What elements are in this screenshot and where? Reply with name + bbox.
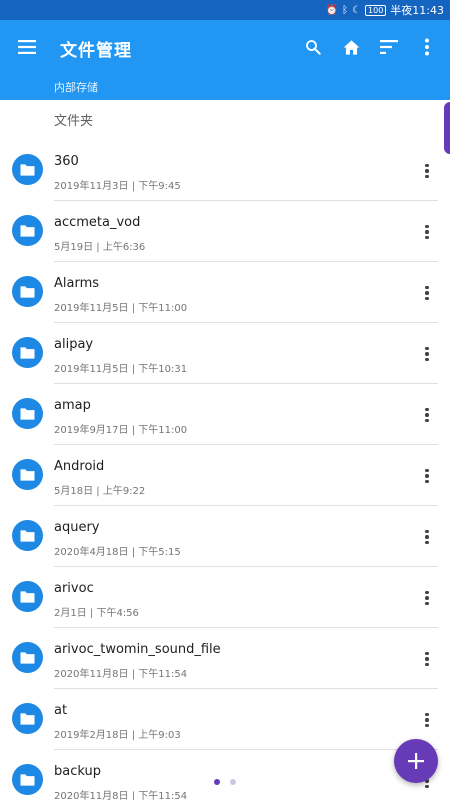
file-name: amap: [54, 398, 91, 413]
file-meta: 2019年2月18日 | 上午9:03: [54, 730, 181, 741]
list-item[interactable]: arivoc 2月1日 | 下午4:56: [0, 567, 450, 628]
folder-icon: [12, 703, 43, 734]
file-meta: 2019年11月5日 | 下午10:31: [54, 364, 188, 375]
list-item[interactable]: backup 2020年11月8日 | 下午11:54: [0, 750, 450, 800]
folder-icon: [12, 398, 43, 429]
file-name: aquery: [54, 520, 100, 535]
list-item[interactable]: arivoc_twomin_sound_file 2020年11月8日 | 下午1…: [0, 628, 450, 689]
list-item[interactable]: alipay 2019年11月5日 | 下午10:31: [0, 323, 450, 384]
folder-icon: [12, 459, 43, 490]
file-meta: 2020年4月18日 | 下午5:15: [54, 547, 181, 558]
file-meta: 2020年11月8日 | 下午11:54: [54, 791, 188, 800]
folder-icon: [12, 764, 43, 795]
more-vert-icon[interactable]: [420, 404, 434, 426]
more-vert-icon[interactable]: [414, 34, 440, 60]
folder-icon: [12, 154, 43, 185]
more-vert-icon[interactable]: [420, 465, 434, 487]
more-vert-icon[interactable]: [420, 343, 434, 365]
file-meta: 2月1日 | 下午4:56: [54, 608, 139, 619]
page-dot[interactable]: [214, 779, 220, 785]
folder-icon: [12, 642, 43, 673]
folder-icon: [12, 520, 43, 551]
battery-icon: 100: [365, 4, 387, 16]
folder-icon: [12, 215, 43, 246]
list-item[interactable]: amap 2019年9月17日 | 下午11:00: [0, 384, 450, 445]
file-list: 360 2019年11月3日 | 下午9:45 accmeta_vod 5月19日 |…: [0, 140, 450, 800]
file-meta: 2019年9月17日 | 下午11:00: [54, 425, 188, 436]
folder-icon: [12, 581, 43, 612]
section-header-folders: 文件夹: [54, 114, 94, 129]
search-icon[interactable]: [300, 34, 326, 60]
page-dot[interactable]: [230, 779, 236, 785]
file-name: arivoc: [54, 581, 94, 596]
status-bar: ⏰ ᛒ ☾ 100 半夜11:43: [0, 0, 450, 20]
list-item[interactable]: aquery 2020年4月18日 | 下午5:15: [0, 506, 450, 567]
file-name: accmeta_vod: [54, 215, 141, 230]
sort-icon[interactable]: [376, 34, 402, 60]
file-name: 360: [54, 154, 79, 169]
more-vert-icon[interactable]: [420, 526, 434, 548]
file-meta: 2019年11月5日 | 下午11:00: [54, 303, 188, 314]
plus-icon: [408, 753, 424, 769]
menu-icon[interactable]: [14, 34, 40, 60]
file-meta: 5月18日 | 上午9:22: [54, 486, 146, 497]
folder-icon: [12, 276, 43, 307]
more-vert-icon[interactable]: [420, 587, 434, 609]
file-meta: 2019年11月3日 | 下午9:45: [54, 181, 181, 192]
page-title: 文件管理: [60, 41, 132, 61]
list-item[interactable]: Alarms 2019年11月5日 | 下午11:00: [0, 262, 450, 323]
list-item[interactable]: at 2019年2月18日 | 上午9:03: [0, 689, 450, 750]
file-name: backup: [54, 764, 101, 779]
app-bar: 文件管理 内部存储: [0, 20, 450, 100]
breadcrumb[interactable]: 内部存储: [54, 79, 98, 95]
list-item[interactable]: Android 5月18日 | 上午9:22: [0, 445, 450, 506]
page-indicator: [214, 779, 236, 785]
more-vert-icon[interactable]: [420, 160, 434, 182]
add-button[interactable]: [394, 739, 438, 783]
file-name: arivoc_twomin_sound_file: [54, 642, 221, 657]
file-name: Alarms: [54, 276, 100, 291]
more-vert-icon[interactable]: [420, 709, 434, 731]
list-item[interactable]: accmeta_vod 5月19日 | 上午6:36: [0, 201, 450, 262]
file-name: at: [54, 703, 68, 718]
folder-icon: [12, 337, 43, 368]
list-item[interactable]: 360 2019年11月3日 | 下午9:45: [0, 140, 450, 201]
alarm-icon: ⏰: [325, 4, 339, 16]
file-name: alipay: [54, 337, 94, 352]
file-meta: 5月19日 | 上午6:36: [54, 242, 146, 253]
status-time: 半夜11:43: [390, 4, 444, 17]
more-vert-icon[interactable]: [420, 282, 434, 304]
file-meta: 2020年11月8日 | 下午11:54: [54, 669, 188, 680]
home-icon[interactable]: [338, 34, 364, 60]
more-vert-icon[interactable]: [420, 648, 434, 670]
bluetooth-icon: ᛒ: [342, 4, 349, 16]
more-vert-icon[interactable]: [420, 221, 434, 243]
moon-icon: ☾: [352, 4, 362, 16]
file-name: Android: [54, 459, 105, 474]
